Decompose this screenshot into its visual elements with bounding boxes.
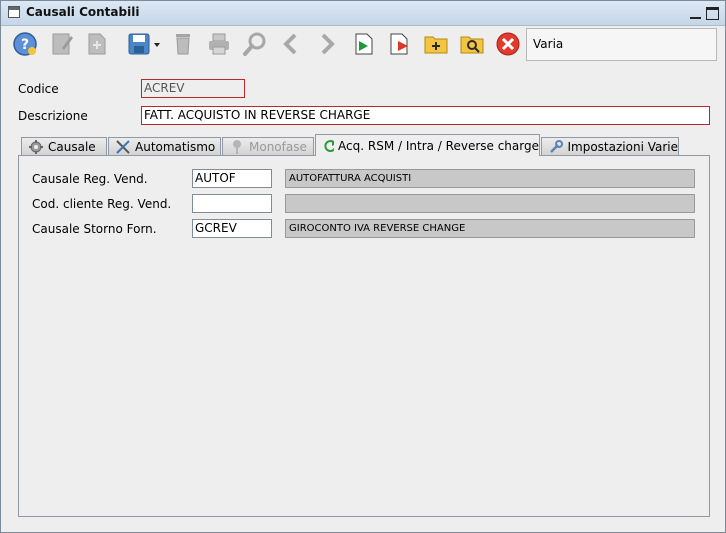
search-folder-button[interactable]	[458, 30, 486, 58]
print-icon	[209, 33, 229, 55]
edit-button[interactable]	[48, 30, 76, 58]
tab-acq-rsm-label: Acq. RSM / Intra / Reverse charge	[338, 138, 539, 153]
tab-impostazioni-varie-label: Impostazioni Varie	[567, 139, 678, 154]
delete-icon	[176, 34, 190, 55]
descrizione-field[interactable]: FATT. ACQUISTO IN REVERSE CHARGE	[141, 106, 710, 125]
causale-storno-forn-label: Causale Storno Forn.	[32, 222, 157, 236]
search-icon	[243, 32, 266, 56]
maximize-button[interactable]	[706, 7, 719, 20]
print-button[interactable]	[205, 30, 233, 58]
export-green-button[interactable]	[350, 30, 378, 58]
window-title: Causali Contabili	[26, 5, 140, 19]
window-frame: Causali Contabili ? Varia Codice ACREV D…	[0, 0, 726, 533]
close-red-icon	[496, 32, 520, 56]
codice-label: Codice	[18, 82, 59, 96]
descrizione-label: Descrizione	[18, 109, 88, 123]
tab-automatismo[interactable]: Automatismo	[108, 137, 221, 155]
new-document-button[interactable]	[83, 30, 111, 58]
search-folder-icon	[460, 36, 484, 54]
add-folder-button[interactable]	[422, 30, 450, 58]
causale-reg-vend-description: AUTOFATTURA ACQUISTI	[285, 169, 695, 188]
tab-causale-label: Causale	[48, 139, 96, 154]
tab-monofase-label: Monofase	[249, 139, 307, 154]
previous-button[interactable]	[277, 30, 305, 58]
save-icon	[128, 33, 160, 55]
next-button[interactable]	[313, 30, 341, 58]
delete-button[interactable]	[169, 30, 197, 58]
minimize-button[interactable]	[689, 7, 702, 20]
toolbar: ?	[3, 26, 523, 64]
save-button[interactable]	[125, 30, 163, 58]
export-green-icon	[355, 33, 373, 55]
tab-causale[interactable]: Causale	[21, 137, 107, 155]
refresh-icon	[324, 139, 335, 152]
svg-text:?: ?	[21, 37, 29, 53]
cod-cliente-reg-vend-label: Cod. cliente Reg. Vend.	[32, 197, 172, 211]
tab-impostazioni-varie[interactable]: Impostazioni Varie	[541, 137, 679, 155]
window-icon	[8, 6, 20, 18]
help-icon: ?	[13, 32, 37, 56]
new-document-icon	[88, 33, 106, 55]
next-icon	[321, 33, 335, 55]
varia-label: Varia	[533, 37, 564, 51]
cod-cliente-reg-vend-code-field[interactable]	[192, 194, 272, 213]
export-red-button[interactable]	[385, 30, 413, 58]
tab-automatismo-label: Automatismo	[135, 139, 216, 154]
previous-icon	[283, 33, 297, 55]
close-button[interactable]	[494, 30, 522, 58]
search-button[interactable]	[241, 30, 269, 58]
cod-cliente-reg-vend-description	[285, 194, 695, 213]
varia-box[interactable]: Varia	[526, 28, 717, 61]
causale-reg-vend-code-field[interactable]: AUTOF	[192, 169, 272, 188]
causale-reg-vend-label: Causale Reg. Vend.	[32, 172, 148, 186]
tab-acq-rsm[interactable]: Acq. RSM / Intra / Reverse charge	[315, 134, 540, 156]
edit-icon	[52, 33, 73, 55]
wrench-icon	[550, 139, 563, 153]
causale-storno-forn-code-field[interactable]: GCREV	[192, 219, 272, 238]
add-folder-icon	[424, 36, 448, 54]
export-red-icon	[390, 33, 408, 55]
tools-icon	[116, 139, 130, 154]
codice-field[interactable]: ACREV	[141, 79, 245, 98]
causale-storno-forn-description: GIROCONTO IVA REVERSE CHANGE	[285, 219, 695, 238]
tab-monofase[interactable]: Monofase	[222, 137, 314, 155]
gear-icon	[29, 139, 43, 154]
pin-icon	[233, 139, 241, 154]
help-button[interactable]: ?	[11, 30, 39, 58]
title-bar: Causali Contabili	[1, 1, 725, 26]
